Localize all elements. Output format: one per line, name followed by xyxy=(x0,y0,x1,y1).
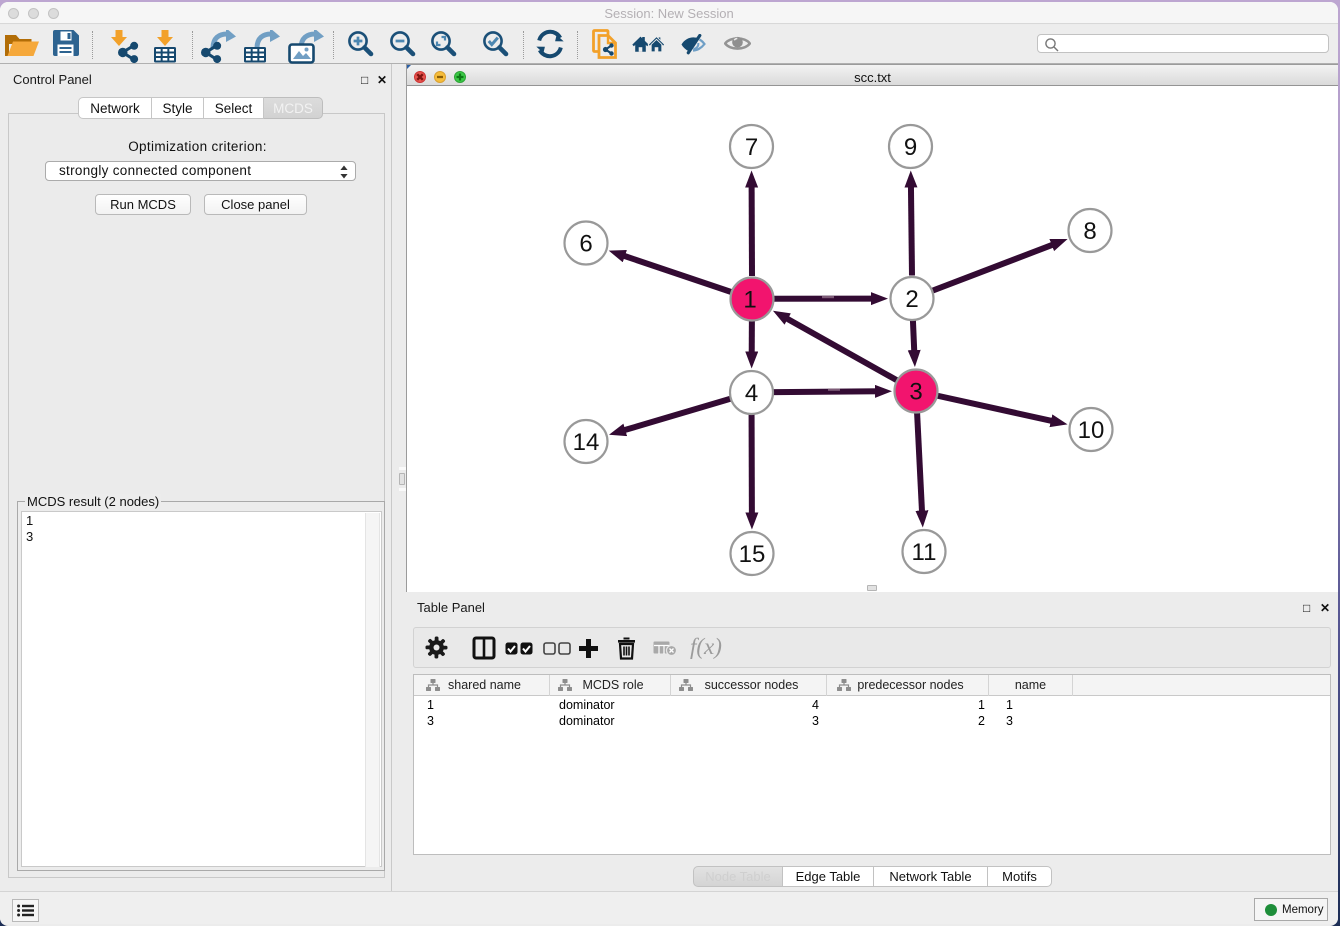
svg-text:4: 4 xyxy=(745,380,758,407)
svg-text:3: 3 xyxy=(909,379,922,406)
svg-text:2: 2 xyxy=(905,286,918,313)
svg-text:11: 11 xyxy=(912,539,937,566)
svg-text:6: 6 xyxy=(579,231,592,258)
svg-text:10: 10 xyxy=(1078,417,1105,444)
svg-text:9: 9 xyxy=(904,134,917,161)
svg-text:14: 14 xyxy=(573,429,600,456)
svg-text:7: 7 xyxy=(745,134,758,161)
svg-text:8: 8 xyxy=(1083,218,1096,245)
svg-text:1: 1 xyxy=(743,287,756,314)
svg-text:15: 15 xyxy=(739,541,766,568)
